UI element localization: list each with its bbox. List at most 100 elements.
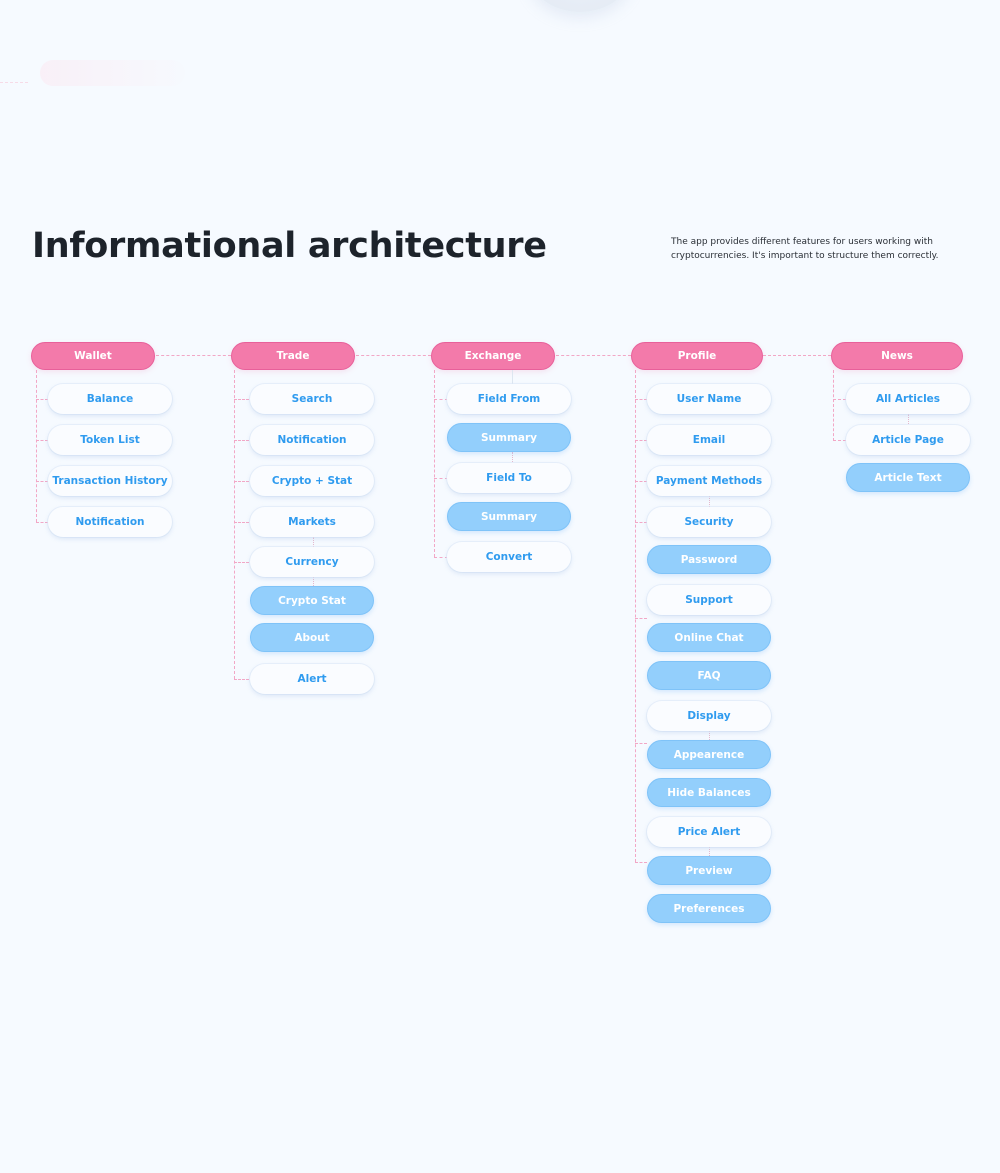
node-about[interactable]: About bbox=[250, 623, 374, 652]
node-wallet-notification[interactable]: Notification bbox=[48, 507, 172, 537]
node-preferences[interactable]: Preferences bbox=[647, 894, 771, 923]
node-payment-methods[interactable]: Payment Methods bbox=[647, 466, 771, 496]
section-label: Trade bbox=[276, 350, 310, 362]
tree-connector bbox=[36, 370, 37, 522]
node-label: Email bbox=[692, 434, 726, 446]
node-label: Article Text bbox=[874, 471, 942, 484]
section-connector bbox=[156, 355, 231, 356]
section-trade[interactable]: Trade bbox=[231, 342, 355, 370]
node-label: Token List bbox=[80, 434, 140, 446]
node-token-list[interactable]: Token List bbox=[48, 425, 172, 455]
tree-connector bbox=[635, 370, 636, 862]
section-connector bbox=[763, 355, 831, 356]
node-price-alert[interactable]: Price Alert bbox=[647, 817, 771, 847]
node-label: Preferences bbox=[673, 902, 745, 915]
decorative-dash bbox=[0, 82, 28, 83]
node-label: Online Chat bbox=[674, 631, 744, 644]
child-connector bbox=[512, 370, 513, 384]
node-faq[interactable]: FAQ bbox=[647, 661, 771, 690]
node-search[interactable]: Search bbox=[250, 384, 374, 414]
node-markets[interactable]: Markets bbox=[250, 507, 374, 537]
node-support[interactable]: Support bbox=[647, 585, 771, 615]
section-wallet[interactable]: Wallet bbox=[31, 342, 155, 370]
node-label: Convert bbox=[485, 551, 533, 563]
section-exchange[interactable]: Exchange bbox=[431, 342, 555, 370]
node-summary-to[interactable]: Summary bbox=[447, 502, 571, 531]
branch-connector bbox=[833, 440, 846, 441]
node-label: User Name bbox=[676, 393, 742, 405]
child-connector bbox=[908, 414, 909, 424]
branch-connector bbox=[234, 522, 249, 523]
branch-connector bbox=[36, 399, 48, 400]
node-password[interactable]: Password bbox=[647, 545, 771, 574]
node-article-text[interactable]: Article Text bbox=[846, 463, 970, 492]
branch-connector bbox=[234, 399, 249, 400]
branch-connector bbox=[36, 522, 48, 523]
node-crypto-stat[interactable]: Crypto Stat bbox=[250, 586, 374, 615]
node-label: Notification bbox=[277, 434, 347, 446]
node-crypto-stat-list[interactable]: Crypto + Stat bbox=[250, 466, 374, 496]
node-transaction-history[interactable]: Transaction History bbox=[48, 466, 172, 496]
branch-connector bbox=[635, 481, 647, 482]
node-label: Markets bbox=[288, 516, 336, 528]
node-appearence[interactable]: Appearence bbox=[647, 740, 771, 769]
node-label: Article Page bbox=[872, 434, 944, 446]
decorative-circle bbox=[528, 0, 632, 12]
node-label: Notification bbox=[75, 516, 145, 528]
node-summary-from[interactable]: Summary bbox=[447, 423, 571, 452]
node-online-chat[interactable]: Online Chat bbox=[647, 623, 771, 652]
node-alert[interactable]: Alert bbox=[250, 664, 374, 694]
node-preview[interactable]: Preview bbox=[647, 856, 771, 885]
section-profile[interactable]: Profile bbox=[631, 342, 763, 370]
node-label: Payment Methods bbox=[655, 475, 763, 487]
section-label: News bbox=[881, 350, 913, 362]
node-label: Crypto + Stat bbox=[271, 475, 353, 487]
node-label: Preview bbox=[685, 864, 733, 877]
child-connector bbox=[313, 577, 314, 586]
node-field-to[interactable]: Field To bbox=[447, 463, 571, 493]
branch-connector bbox=[635, 618, 647, 619]
branch-connector bbox=[635, 522, 647, 523]
node-label: About bbox=[294, 631, 330, 644]
node-currency[interactable]: Currency bbox=[250, 547, 374, 577]
page-title: Informational architecture bbox=[32, 226, 547, 266]
node-hide-balances[interactable]: Hide Balances bbox=[647, 778, 771, 807]
node-security[interactable]: Security bbox=[647, 507, 771, 537]
child-connector bbox=[709, 731, 710, 740]
child-connector bbox=[709, 496, 710, 507]
decorative-faded-pill bbox=[40, 60, 185, 86]
node-field-from[interactable]: Field From bbox=[447, 384, 571, 414]
node-label: Display bbox=[687, 710, 731, 722]
branch-connector bbox=[234, 440, 249, 441]
node-user-name[interactable]: User Name bbox=[647, 384, 771, 414]
branch-connector bbox=[635, 440, 647, 441]
branch-connector bbox=[234, 481, 249, 482]
branch-connector bbox=[635, 862, 647, 863]
branch-connector bbox=[234, 562, 249, 563]
section-label: Wallet bbox=[74, 350, 112, 362]
node-display[interactable]: Display bbox=[647, 701, 771, 731]
node-balance[interactable]: Balance bbox=[48, 384, 172, 414]
section-news[interactable]: News bbox=[831, 342, 963, 370]
branch-connector bbox=[434, 478, 448, 479]
tree-connector bbox=[833, 370, 834, 441]
node-convert[interactable]: Convert bbox=[447, 542, 571, 572]
node-label: Crypto Stat bbox=[278, 594, 346, 607]
node-label: Support bbox=[685, 594, 733, 606]
branch-connector bbox=[635, 399, 647, 400]
node-all-articles[interactable]: All Articles bbox=[846, 384, 970, 414]
node-label: Summary bbox=[480, 431, 538, 444]
node-label: Price Alert bbox=[677, 826, 741, 838]
branch-connector bbox=[434, 557, 448, 558]
node-label: All Articles bbox=[875, 393, 941, 405]
child-connector bbox=[512, 452, 513, 462]
node-email[interactable]: Email bbox=[647, 425, 771, 455]
child-connector bbox=[313, 537, 314, 547]
node-label: Field To bbox=[486, 472, 532, 484]
node-article-page[interactable]: Article Page bbox=[846, 425, 970, 455]
node-label: FAQ bbox=[697, 669, 721, 682]
node-trade-notification[interactable]: Notification bbox=[250, 425, 374, 455]
branch-connector bbox=[434, 399, 448, 400]
tree-connector bbox=[234, 370, 235, 679]
node-label: Appearence bbox=[673, 748, 745, 761]
